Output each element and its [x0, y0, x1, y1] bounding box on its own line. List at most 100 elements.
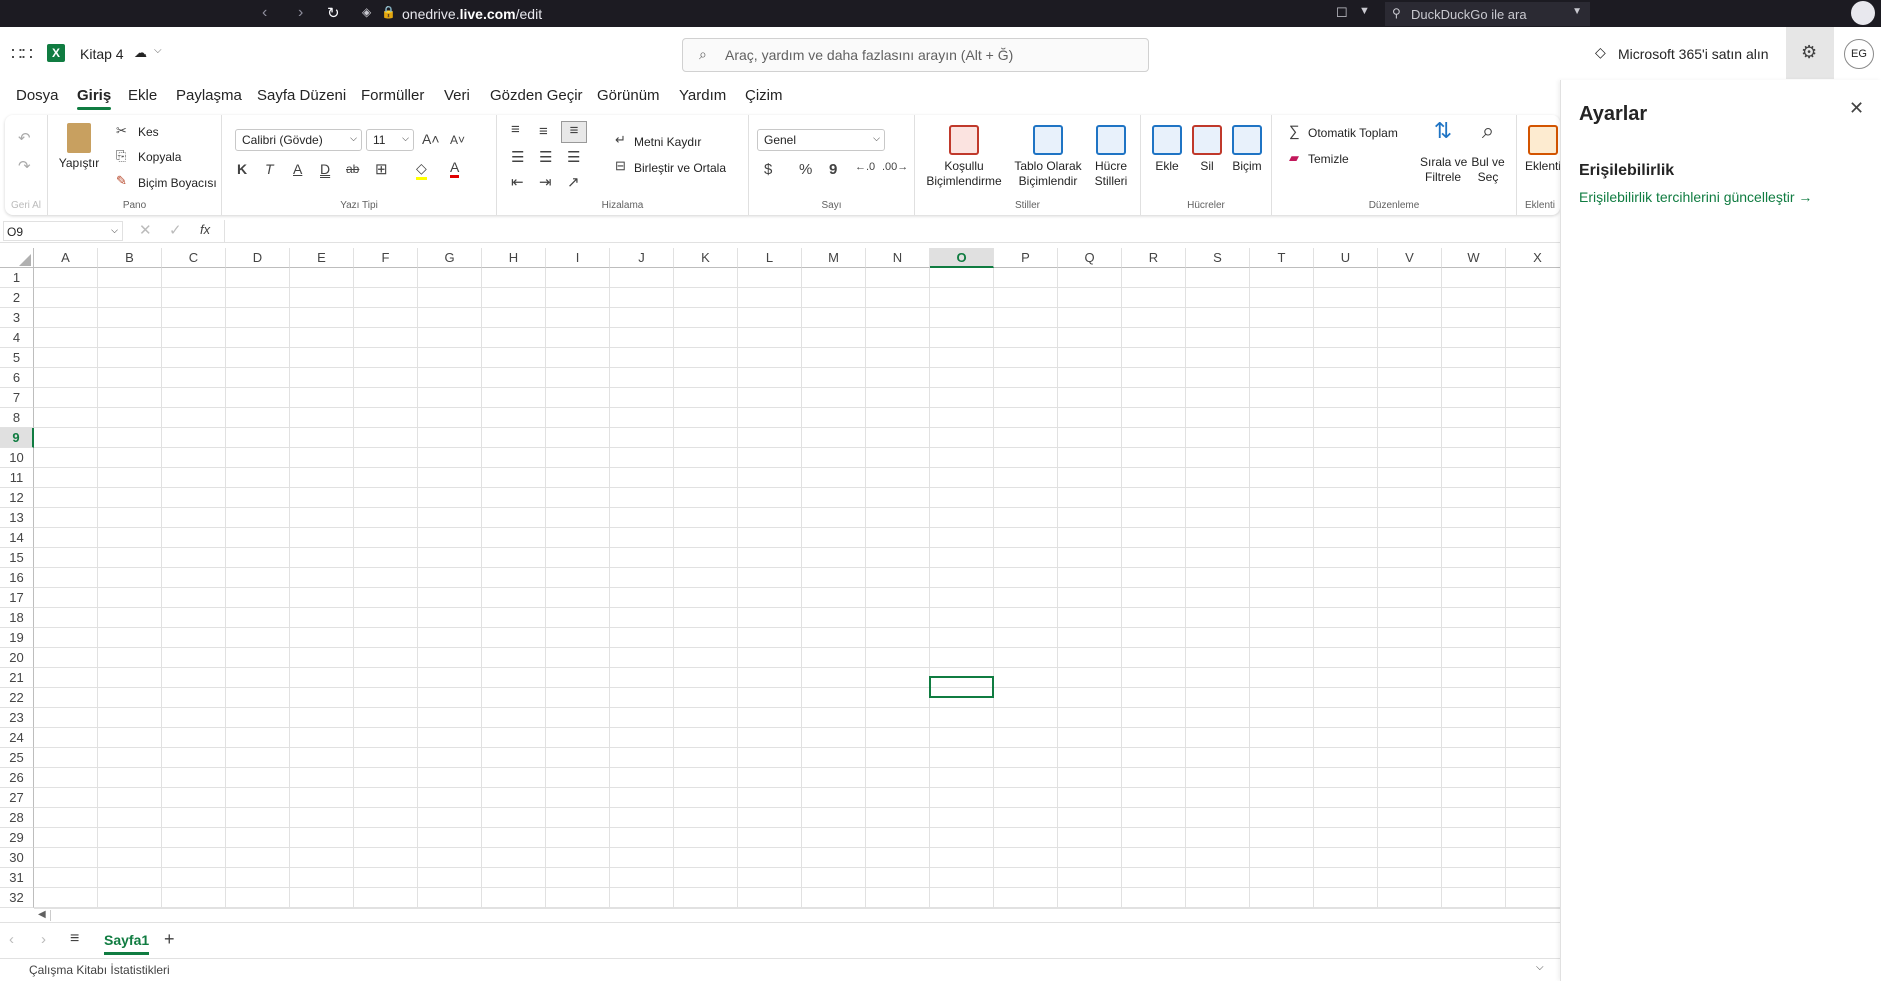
decrease-font-icon[interactable]: A˅	[450, 133, 465, 147]
redo-icon[interactable]: ↷	[18, 157, 31, 175]
column-header[interactable]: J	[610, 248, 674, 268]
row-header[interactable]: 12	[0, 488, 34, 508]
wrap-text-button[interactable]: Metni Kaydır	[634, 135, 701, 149]
double-underline-button[interactable]: D	[320, 161, 330, 177]
font-size-select[interactable]: 11 ⌵	[366, 129, 414, 151]
formula-input[interactable]	[224, 220, 1560, 242]
align-right-icon[interactable]: ☰	[567, 148, 580, 166]
scroll-thumb[interactable]	[50, 910, 1550, 921]
conditional-formatting-button[interactable]: Koşullu Biçimlendirme	[925, 125, 1003, 189]
column-header[interactable]: E	[290, 248, 354, 268]
percent-button[interactable]: %	[799, 161, 812, 178]
address-bar[interactable]: ◈ 🔒 onedrive.live.com/edit ☐ ▼	[356, 2, 1381, 26]
column-header[interactable]: V	[1378, 248, 1442, 268]
buy-microsoft-365-link[interactable]: Microsoft 365'i satın alın	[1618, 46, 1769, 62]
align-middle-icon[interactable]: ≡	[539, 123, 548, 140]
decrease-indent-icon[interactable]: ⇤	[511, 173, 524, 191]
undo-icon[interactable]: ↶	[18, 129, 31, 147]
row-header[interactable]: 5	[0, 348, 34, 368]
reload-icon[interactable]: ↻	[327, 4, 340, 22]
select-all-corner[interactable]	[0, 248, 34, 268]
autosum-button[interactable]: Otomatik Toplam	[1308, 126, 1398, 140]
name-box[interactable]: O9 ⌵	[3, 221, 123, 241]
enter-icon[interactable]: ✓	[169, 221, 182, 239]
row-header[interactable]: 22	[0, 688, 34, 708]
row-header[interactable]: 18	[0, 608, 34, 628]
selected-cell[interactable]	[929, 676, 994, 698]
row-header[interactable]: 13	[0, 508, 34, 528]
row-header[interactable]: 19	[0, 628, 34, 648]
column-header[interactable]: I	[546, 248, 610, 268]
autosave-status-icon[interactable]: ☁	[134, 45, 147, 61]
tab-dosya[interactable]: Dosya	[16, 87, 59, 104]
align-left-icon[interactable]: ☰	[511, 148, 524, 166]
row-header[interactable]: 10	[0, 448, 34, 468]
row-header[interactable]: 26	[0, 768, 34, 788]
currency-button[interactable]: $	[764, 161, 772, 178]
fill-color-icon[interactable]: ◇	[416, 160, 427, 180]
tab-veri[interactable]: Veri	[444, 87, 470, 104]
insert-cells-button[interactable]: Ekle	[1147, 125, 1187, 174]
borders-icon[interactable]: ⊞	[375, 160, 388, 178]
scroll-left-icon[interactable]: ◀	[38, 909, 46, 920]
merge-center-button[interactable]: Birleştir ve Ortala	[634, 161, 726, 175]
chevron-down-icon[interactable]: ⌵	[1536, 962, 1544, 973]
column-header[interactable]: A	[34, 248, 98, 268]
column-header[interactable]: S	[1186, 248, 1250, 268]
row-header[interactable]: 24	[0, 728, 34, 748]
row-header[interactable]: 16	[0, 568, 34, 588]
cell-area[interactable]	[34, 268, 1560, 908]
tab-formuller[interactable]: Formüller	[361, 87, 424, 104]
sheet-list-icon[interactable]: ≡	[70, 930, 79, 948]
font-name-select[interactable]: Calibri (Gövde) ⌵	[235, 129, 362, 151]
row-header[interactable]: 31	[0, 868, 34, 888]
row-header[interactable]: 9	[0, 428, 34, 448]
row-header[interactable]: 32	[0, 888, 34, 908]
tab-ekle[interactable]: Ekle	[128, 87, 157, 104]
font-color-icon[interactable]: A	[450, 159, 460, 178]
workbook-statistics[interactable]: Çalışma Kitabı İstatistikleri	[29, 963, 170, 977]
comma-button[interactable]: 9	[829, 161, 837, 178]
row-header[interactable]: 29	[0, 828, 34, 848]
chevron-down-icon[interactable]: ⌵	[154, 45, 162, 56]
column-header[interactable]: G	[418, 248, 482, 268]
row-header[interactable]: 23	[0, 708, 34, 728]
align-bottom-icon[interactable]: ≡	[561, 121, 587, 143]
settings-button[interactable]: ⚙	[1786, 27, 1834, 79]
tab-gozden-gecir[interactable]: Gözden Geçir	[490, 87, 583, 104]
clear-button[interactable]: Temizle	[1308, 152, 1349, 166]
number-format-select[interactable]: Genel ⌵	[757, 129, 885, 151]
row-header[interactable]: 2	[0, 288, 34, 308]
file-name[interactable]: Kitap 4	[80, 46, 124, 62]
row-header[interactable]: 17	[0, 588, 34, 608]
tab-giris[interactable]: Giriş	[77, 87, 112, 110]
increase-font-icon[interactable]: A˄	[422, 131, 440, 147]
row-header[interactable]: 7	[0, 388, 34, 408]
row-header[interactable]: 3	[0, 308, 34, 328]
format-cells-button[interactable]: Biçim	[1227, 125, 1267, 174]
avatar[interactable]: EG	[1844, 39, 1874, 69]
back-icon[interactable]: ‹	[262, 4, 267, 22]
delete-cells-button[interactable]: Sil	[1187, 125, 1227, 174]
align-top-icon[interactable]: ≡	[511, 121, 520, 138]
tab-gorunum[interactable]: Görünüm	[597, 87, 660, 104]
bookmark-icon[interactable]: ☐	[1336, 5, 1348, 21]
search-input[interactable]: ⌕ Araç, yardım ve daha fazlasını arayın …	[682, 38, 1149, 72]
row-header[interactable]: 15	[0, 548, 34, 568]
align-center-icon[interactable]: ☰	[539, 148, 552, 166]
app-launcher-icon[interactable]: ∷∷	[11, 44, 33, 65]
column-header[interactable]: H	[482, 248, 546, 268]
cancel-icon[interactable]: ✕	[139, 221, 152, 239]
next-sheet-icon[interactable]: ›	[41, 931, 46, 948]
row-header[interactable]: 8	[0, 408, 34, 428]
addins-button[interactable]: Eklenti	[1525, 125, 1560, 174]
decrease-decimal-icon[interactable]: .00→	[882, 161, 908, 173]
column-header[interactable]: O	[930, 248, 994, 268]
format-painter-button[interactable]: Biçim Boyacısı	[138, 176, 217, 190]
column-header[interactable]: T	[1250, 248, 1314, 268]
row-header[interactable]: 25	[0, 748, 34, 768]
column-header[interactable]: B	[98, 248, 162, 268]
tab-cizim[interactable]: Çizim	[745, 87, 783, 104]
tab-yardim[interactable]: Yardım	[679, 87, 726, 104]
format-as-table-button[interactable]: Tablo Olarak Biçimlendir	[1013, 125, 1083, 189]
